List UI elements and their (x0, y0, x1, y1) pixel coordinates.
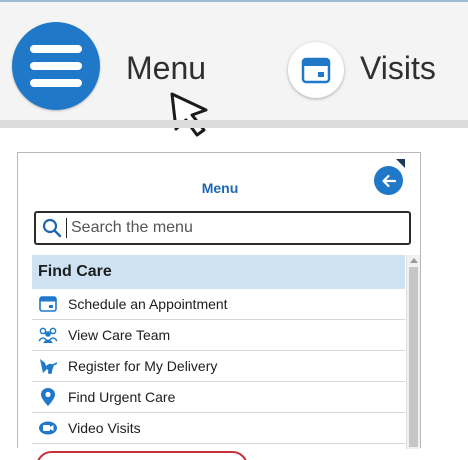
care-team-icon (38, 325, 58, 345)
menu-item-schedule-appointment[interactable]: Schedule an Appointment (32, 289, 405, 320)
menu-item-label: Schedule an Appointment (68, 296, 228, 312)
menu-item-register-delivery[interactable]: Register for My Delivery (32, 351, 405, 382)
search-field[interactable] (34, 211, 411, 245)
pointer-cursor-icon (170, 92, 208, 137)
visits-label[interactable]: Visits (360, 50, 436, 87)
text-caret (66, 218, 67, 238)
menu-item-label: Video Visits (68, 420, 141, 436)
back-button[interactable] (374, 166, 403, 195)
menu-item-find-urgent-care[interactable]: Find Urgent Care (32, 382, 405, 413)
menu-label[interactable]: Menu (126, 50, 206, 87)
strip-divider (0, 120, 468, 128)
menu-item-video-visits[interactable]: Video Visits (32, 413, 405, 444)
stork-icon (38, 356, 58, 376)
calendar-icon (301, 57, 331, 84)
menu-item-label: View Care Team (68, 327, 171, 343)
hamburger-icon (30, 45, 82, 53)
arrow-left-icon (381, 174, 396, 187)
menu-list: Find Care Schedule an Appointment View C… (32, 255, 405, 460)
scroll-up-arrow-icon[interactable] (410, 258, 418, 263)
corner-marker (396, 159, 405, 168)
search-input[interactable] (71, 219, 391, 237)
menu-scrollbar[interactable] (406, 255, 420, 449)
calendar-icon (38, 294, 58, 314)
search-icon (42, 218, 62, 238)
menu-button[interactable] (12, 22, 100, 110)
scroll-thumb[interactable] (409, 267, 418, 447)
location-pin-icon (38, 387, 58, 407)
highlight-annotation (36, 451, 248, 460)
menu-item-label: Register for My Delivery (68, 358, 218, 374)
top-navigation-bar: Menu Visits (0, 0, 468, 137)
menu-item-label: Find Urgent Care (68, 389, 176, 405)
panel-title: Menu (201, 180, 239, 196)
video-icon (38, 418, 58, 438)
menu-item-view-care-team[interactable]: View Care Team (32, 320, 405, 351)
menu-panel: Menu Find Care Schedule an Appointment (17, 152, 421, 460)
visits-button[interactable] (288, 42, 344, 98)
section-header-find-care: Find Care (32, 255, 405, 289)
